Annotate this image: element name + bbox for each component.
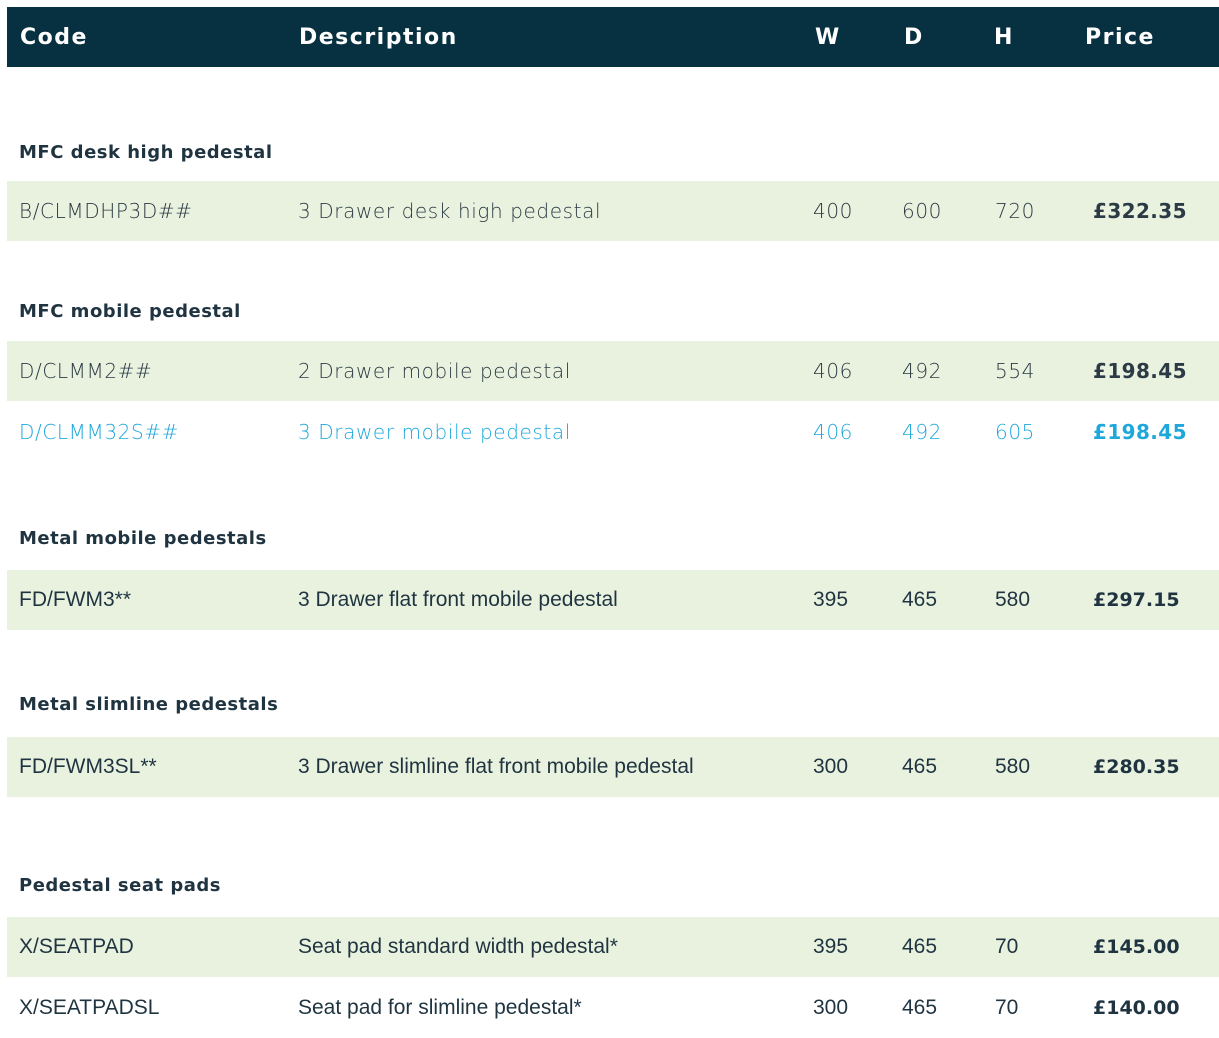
- cell-code: FD/FWM3**: [19, 588, 131, 611]
- cell-width: 395: [813, 588, 849, 611]
- header-width: W: [815, 25, 841, 50]
- cell-price: £140.00: [1093, 997, 1180, 1019]
- section-title-seat-pads: Pedestal seat pads: [19, 875, 221, 896]
- cell-price: £198.45: [1093, 359, 1187, 383]
- cell-depth: 465: [902, 755, 938, 778]
- cell-depth: 600: [902, 199, 942, 223]
- cell-depth: 492: [902, 420, 942, 444]
- table-row: FD/FWM3** 3 Drawer flat front mobile ped…: [7, 570, 1219, 630]
- cell-description: Seat pad standard width pedestal*: [298, 935, 618, 958]
- cell-code: FD/FWM3SL**: [19, 755, 157, 778]
- section-title-mfc-mobile: MFC mobile pedestal: [19, 301, 241, 322]
- section-title-mfc-desk-high: MFC desk high pedestal: [19, 142, 273, 163]
- cell-height: 580: [995, 588, 1031, 611]
- table-row: B/CLMDHP3D## 3 Drawer desk high pedestal…: [7, 181, 1219, 241]
- cell-depth: 465: [902, 935, 938, 958]
- cell-description: 3 Drawer flat front mobile pedestal: [298, 588, 618, 611]
- cell-code: D/CLMM32S##: [19, 420, 180, 444]
- cell-code: X/SEATPAD: [19, 935, 134, 958]
- cell-width: 300: [813, 755, 849, 778]
- table-row: X/SEATPAD Seat pad standard width pedest…: [7, 917, 1219, 977]
- cell-description: 3 Drawer mobile pedestal: [298, 420, 571, 444]
- cell-description: 2 Drawer mobile pedestal: [298, 359, 571, 383]
- cell-code: X/SEATPADSL: [19, 996, 160, 1019]
- cell-description: 3 Drawer desk high pedestal: [298, 199, 602, 223]
- cell-description: Seat pad for slimline pedestal*: [298, 996, 582, 1019]
- cell-code: B/CLMDHP3D##: [19, 199, 193, 223]
- section-title-metal-mobile: Metal mobile pedestals: [19, 528, 267, 549]
- table-row: D/CLMM2## 2 Drawer mobile pedestal 406 4…: [7, 341, 1219, 401]
- header-code: Code: [20, 25, 88, 50]
- cell-depth: 465: [902, 996, 938, 1019]
- table-row: FD/FWM3SL** 3 Drawer slimline flat front…: [7, 737, 1219, 797]
- cell-price: £297.15: [1093, 589, 1180, 611]
- section-title-metal-slimline: Metal slimline pedestals: [19, 694, 279, 715]
- cell-width: 406: [813, 359, 853, 383]
- cell-height: 554: [995, 359, 1035, 383]
- table-row: D/CLMM32S## 3 Drawer mobile pedestal 406…: [7, 402, 1219, 462]
- cell-price: £280.35: [1093, 756, 1180, 778]
- cell-depth: 492: [902, 359, 942, 383]
- table-row: X/SEATPADSL Seat pad for slimline pedest…: [7, 978, 1219, 1038]
- cell-height: 70: [995, 996, 1019, 1019]
- table-header: Code Description W D H Price: [7, 7, 1219, 67]
- cell-description: 3 Drawer slimline flat front mobile pede…: [298, 755, 694, 778]
- cell-width: 300: [813, 996, 849, 1019]
- cell-code: D/CLMM2##: [19, 359, 153, 383]
- cell-height: 70: [995, 935, 1019, 958]
- cell-height: 605: [995, 420, 1035, 444]
- cell-height: 580: [995, 755, 1031, 778]
- cell-width: 395: [813, 935, 849, 958]
- header-height: H: [994, 25, 1014, 50]
- header-price: Price: [1085, 25, 1155, 50]
- header-depth: D: [904, 25, 924, 50]
- cell-price: £145.00: [1093, 936, 1180, 958]
- cell-width: 400: [813, 199, 853, 223]
- cell-depth: 465: [902, 588, 938, 611]
- cell-price: £322.35: [1093, 199, 1187, 223]
- cell-price: £198.45: [1093, 420, 1187, 444]
- cell-width: 406: [813, 420, 853, 444]
- header-description: Description: [299, 25, 458, 50]
- cell-height: 720: [995, 199, 1035, 223]
